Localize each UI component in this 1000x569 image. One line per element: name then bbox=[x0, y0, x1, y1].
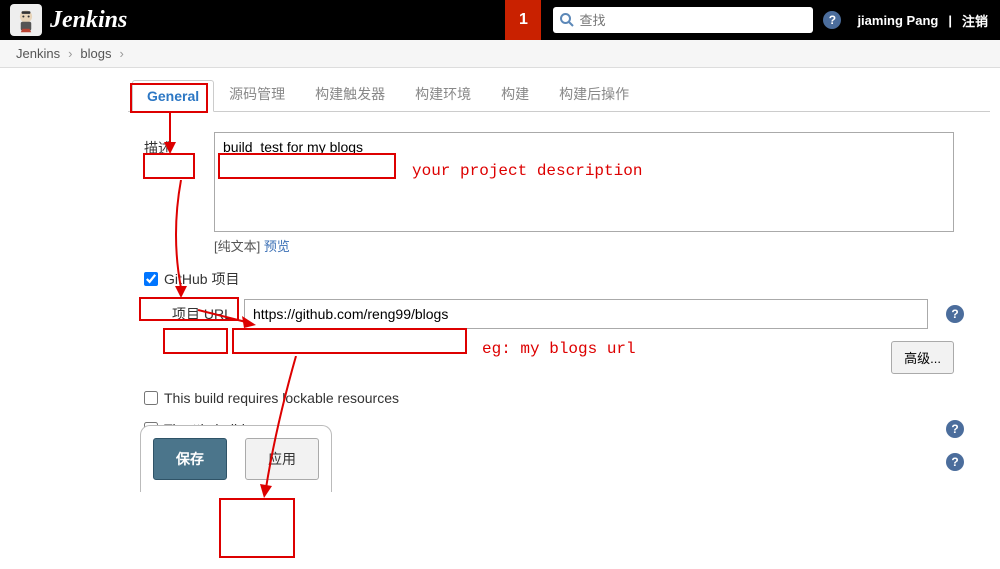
lockable-checkbox[interactable] bbox=[144, 391, 158, 405]
tab-general[interactable]: General bbox=[132, 80, 214, 112]
help-icon[interactable]: ? bbox=[823, 11, 841, 29]
breadcrumb-item-root[interactable]: Jenkins bbox=[10, 46, 66, 61]
bottom-button-bar: 保存 应用 bbox=[140, 425, 332, 492]
breadcrumb-item-project[interactable]: blogs bbox=[74, 46, 117, 61]
annotation-box bbox=[219, 498, 295, 558]
lockable-row: This build requires lockable resources bbox=[144, 390, 974, 406]
logout-link[interactable]: 注销 bbox=[962, 11, 988, 30]
field-help-icon[interactable]: ? bbox=[946, 305, 964, 323]
form-body: 描述 [纯文本] 预览 GitHub 项目 项目 URL ? 高级... bbox=[128, 112, 990, 492]
plaintext-label: [纯文本] bbox=[214, 239, 260, 254]
chevron-right-icon: › bbox=[118, 46, 126, 61]
chevron-right-icon: › bbox=[66, 46, 74, 61]
github-project-checkbox[interactable] bbox=[144, 272, 158, 286]
field-help-icon[interactable]: ? bbox=[946, 453, 964, 471]
current-user[interactable]: jiaming Pang bbox=[857, 13, 938, 28]
user-area: jiaming Pang | 注销 bbox=[857, 11, 988, 30]
description-label: 描述 bbox=[144, 132, 214, 158]
config-panel: General 源码管理 构建触发器 构建环境 构建 构建后操作 描述 [纯文本… bbox=[128, 78, 990, 492]
github-project-label: GitHub 项目 bbox=[164, 269, 239, 289]
description-footer: [纯文本] 预览 bbox=[214, 236, 974, 255]
tab-postbuild[interactable]: 构建后操作 bbox=[544, 76, 644, 112]
preview-link[interactable]: 预览 bbox=[264, 239, 290, 254]
top-header: Jenkins 1 ? jiaming Pang | 注销 bbox=[0, 0, 1000, 40]
tab-build[interactable]: 构建 bbox=[486, 76, 544, 112]
search-box[interactable] bbox=[553, 7, 813, 33]
field-help-icon[interactable]: ? bbox=[946, 420, 964, 438]
description-row: 描述 bbox=[144, 132, 974, 232]
notification-badge[interactable]: 1 bbox=[505, 0, 541, 40]
config-tabs: General 源码管理 构建触发器 构建环境 构建 构建后操作 bbox=[128, 78, 990, 112]
brand-name: Jenkins bbox=[46, 7, 127, 34]
project-url-row: 项目 URL ? bbox=[172, 299, 974, 329]
project-url-label: 项目 URL bbox=[172, 304, 232, 324]
github-project-row: GitHub 项目 bbox=[144, 269, 974, 289]
advanced-row: 高级... bbox=[144, 341, 954, 374]
jenkins-mascot-icon bbox=[10, 4, 42, 36]
tab-scm[interactable]: 源码管理 bbox=[214, 76, 300, 112]
lockable-label: This build requires lockable resources bbox=[164, 390, 399, 406]
jenkins-logo[interactable]: Jenkins bbox=[0, 4, 137, 36]
apply-button[interactable]: 应用 bbox=[245, 438, 319, 480]
save-button[interactable]: 保存 bbox=[153, 438, 227, 480]
content-area: General 源码管理 构建触发器 构建环境 构建 构建后操作 描述 [纯文本… bbox=[0, 68, 1000, 569]
project-url-input[interactable] bbox=[244, 299, 928, 329]
advanced-button[interactable]: 高级... bbox=[891, 341, 954, 374]
breadcrumb: Jenkins › blogs › bbox=[0, 40, 1000, 68]
tab-triggers[interactable]: 构建触发器 bbox=[300, 76, 400, 112]
search-icon bbox=[559, 12, 575, 28]
search-input[interactable] bbox=[579, 13, 807, 28]
description-textarea[interactable] bbox=[214, 132, 954, 232]
divider: | bbox=[948, 13, 952, 28]
tab-env[interactable]: 构建环境 bbox=[400, 76, 486, 112]
